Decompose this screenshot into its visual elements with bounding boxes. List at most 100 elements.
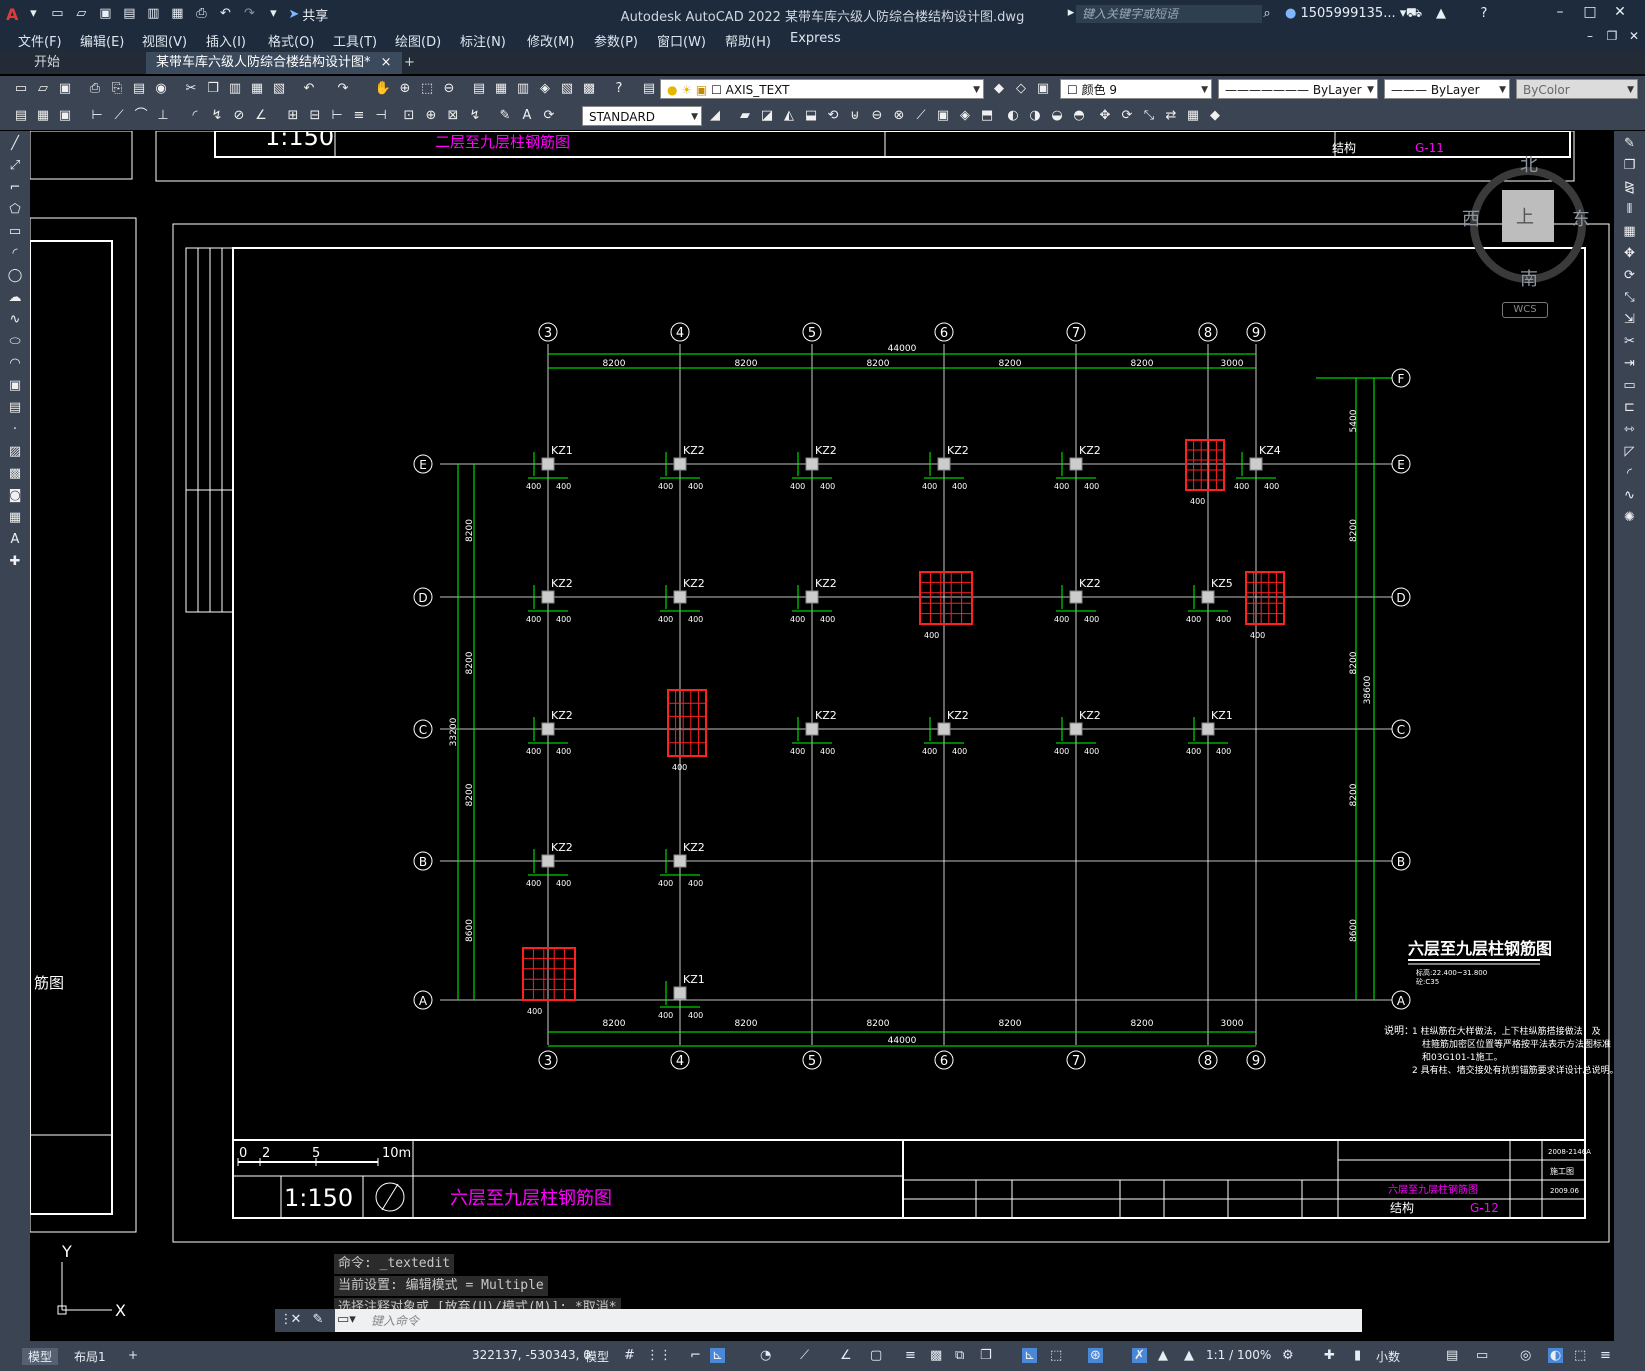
rotate-icon[interactable]: ⟳ [1621,267,1639,285]
object-snap-icon[interactable]: ▢ [870,1348,882,1363]
radius-dim-icon[interactable]: ◜ [186,107,204,125]
solid-wedge-icon[interactable]: ◪ [758,107,776,125]
help-icon[interactable]: ? [1475,5,1493,23]
jogged-dim-icon[interactable]: ↯ [208,107,226,125]
textstyle-dropdown[interactable]: STANDARD ▼ [582,106,702,126]
close-window-button[interactable]: ✕ [1606,4,1634,24]
tab-close-icon[interactable]: × [381,55,392,70]
menu-help[interactable]: 帮助(H) [725,31,771,50]
menu-modify[interactable]: 修改(M) [527,31,574,50]
markup-icon[interactable]: ▧ [558,80,576,98]
trim-icon[interactable]: ✂ [1621,333,1639,351]
array-icon[interactable]: ▦ [1621,223,1639,241]
spline-icon[interactable]: ∿ [6,311,24,329]
sheet-set-icon[interactable]: ◈ [536,80,554,98]
tool-palettes-icon[interactable]: ▥ [514,80,532,98]
make-block-icon[interactable]: ▤ [6,399,24,417]
move-icon[interactable]: ✥ [1621,245,1639,263]
viewcube-north[interactable]: 北 [1520,151,1538,177]
annotation-scale-icon[interactable]: ▲ [1184,1348,1194,1363]
table-icon[interactable]: ▦ [34,107,52,125]
command-customize-icon[interactable]: ✎ [309,1311,327,1329]
scale-icon[interactable]: ⤡ [1621,289,1639,307]
units-value[interactable]: 小数 [1376,1348,1400,1365]
3d-scale-icon[interactable]: ⤡ [1140,107,1158,125]
user-account[interactable]: ● 1505999135... ▾ [1285,6,1406,21]
new-tab-button[interactable]: + [394,52,425,74]
extend-icon[interactable]: ⇥ [1621,355,1639,373]
zoom-window-icon[interactable]: ⬚ [418,80,436,98]
app-menu-chevron-icon[interactable]: ▾ [24,5,42,23]
units-icon[interactable]: ▮ [1354,1348,1361,1363]
menu-parametric[interactable]: 参数(P) [594,31,638,50]
new-icon[interactable]: ▭ [12,80,30,98]
inspection-icon[interactable]: ⊠ [444,107,462,125]
redo-icon[interactable]: ↷ [240,5,258,23]
plotstyle-dropdown[interactable]: ByColor ▼ [1516,79,1638,99]
grid-icon[interactable]: # [624,1348,635,1363]
union-icon[interactable]: ⊎ [846,107,864,125]
doc-close-button[interactable]: ✕ [1620,29,1645,49]
realistic-icon[interactable]: ◑ [1026,107,1044,125]
lineweight-icon[interactable]: ≡ [905,1348,916,1363]
diameter-dim-icon[interactable]: ⊘ [230,107,248,125]
lineweight-dropdown[interactable]: ——— ByLayer ▼ [1384,79,1510,99]
tab-model[interactable]: 模型 [22,1348,59,1365]
plot-icon[interactable]: ⎙ [192,5,210,23]
intersect-icon[interactable]: ⊗ [890,107,908,125]
menu-format[interactable]: 格式(O) [268,31,314,50]
drawing-canvas[interactable]: 二层至九层柱钢筋图 1:150 结构 G-11 筋图 3 3 4 4 5 5 6 6 7 7 8 8 9… [30,131,1614,1341]
snap-mode-icon[interactable]: ⋮⋮ [646,1348,672,1363]
help-icon[interactable]: ? [610,80,628,98]
baseline-dim-icon[interactable]: ⊟ [306,107,324,125]
save-as-icon[interactable]: ▤ [120,5,138,23]
layer-iso-icon[interactable]: ▣ [56,107,74,125]
3d-align-icon[interactable]: ⬒ [978,107,996,125]
revision-cloud-icon[interactable]: ☁ [6,289,24,307]
layer-state-icon[interactable]: ▣ [1034,80,1052,98]
menu-dimension[interactable]: 标注(N) [460,31,506,50]
customize-qat-icon[interactable]: ▾ [264,5,282,23]
dim-break-icon[interactable]: ⊣ [372,107,390,125]
solid-box-icon[interactable]: ▰ [736,107,754,125]
layer-properties-icon[interactable]: ▤ [640,80,658,98]
offset-icon[interactable]: ⫴ [1621,201,1639,219]
copy-icon[interactable]: ❐ [204,80,222,98]
3d-move-icon[interactable]: ✥ [1096,107,1114,125]
quick-dim-icon[interactable]: ⊞ [284,107,302,125]
polyline-icon[interactable]: ⌐ [6,179,24,197]
model-space-button[interactable]: 模型 [585,1348,609,1365]
viewcube-east[interactable]: 东 [1572,205,1590,231]
angular-dim-icon[interactable]: ∠ [252,107,270,125]
zoom-realtime-icon[interactable]: ⊕ [396,80,414,98]
zoom-previous-icon[interactable]: ⊖ [440,80,458,98]
gizmo-icon[interactable]: ⊛ [1088,1348,1103,1363]
erase-icon[interactable]: ✎ [1621,135,1639,153]
viewcube-south[interactable]: 南 [1520,265,1538,291]
transparency-icon[interactable]: ▩ [930,1348,942,1363]
tab-layout1[interactable]: 布局1 [74,1348,106,1365]
make-current-layer-icon[interactable]: ◆ [990,80,1008,98]
join-icon[interactable]: ⇿ [1621,421,1639,439]
design-web-icon[interactable]: ◉ [152,80,170,98]
center-mark-icon[interactable]: ⊕ [422,107,440,125]
autodesk-a360-icon[interactable]: ▲ [1432,5,1450,23]
ellipse-icon[interactable]: ⬭ [6,333,24,351]
match-properties-icon[interactable]: ▦ [248,80,266,98]
pan-icon[interactable]: ✋ [374,80,392,98]
hatch-icon[interactable]: ▨ [6,443,24,461]
solid-cone-icon[interactable]: ◭ [780,107,798,125]
dim-space-icon[interactable]: ≡ [350,107,368,125]
block-editor-icon[interactable]: ▧ [270,80,288,98]
tolerance-icon[interactable]: ⊡ [400,107,418,125]
line-icon[interactable]: ╱ [6,135,24,153]
open-icon[interactable]: ▱ [34,80,52,98]
render-icon[interactable]: ◆ [1206,107,1224,125]
isolate-objects-icon[interactable]: ◎ [1520,1348,1531,1363]
dim-style-icon[interactable]: ◢ [706,107,724,125]
command-close-icon[interactable]: ✕ [287,1311,305,1329]
revolve-icon[interactable]: ⟲ [824,107,842,125]
construction-line-icon[interactable]: ⤢ [6,157,24,175]
minimize-button[interactable]: – [1546,4,1574,24]
customization-icon[interactable]: ≡ [1600,1348,1611,1363]
